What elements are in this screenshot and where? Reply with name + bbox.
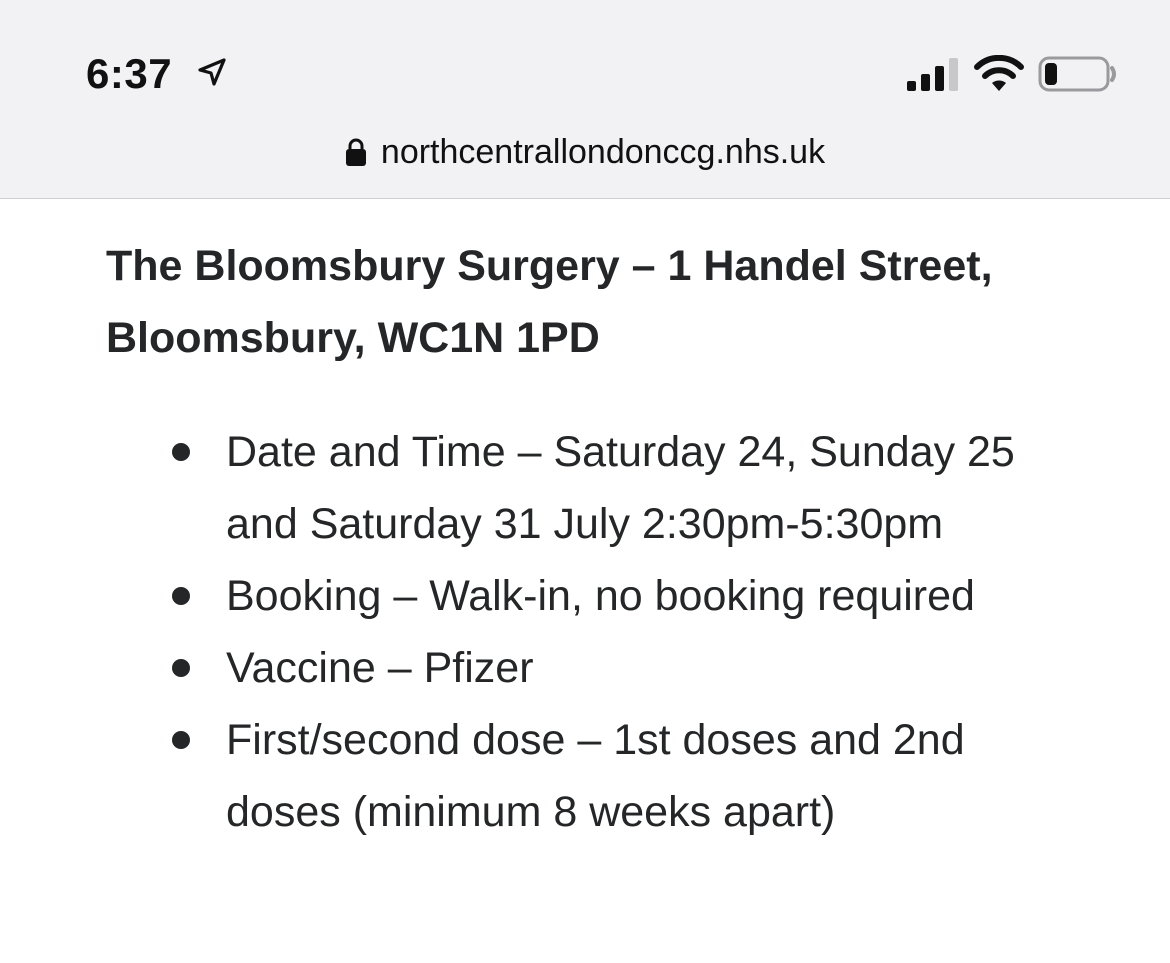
bullet-icon: [172, 443, 190, 461]
location-heading: The Bloomsbury Surgery – 1 Handel Street…: [106, 242, 993, 362]
url-text[interactable]: northcentrallondonccg.nhs.uk: [381, 124, 825, 180]
status-bar: 6:37: [0, 0, 1170, 120]
location-arrow-icon: [198, 58, 226, 86]
details-list: Date and Time – Saturday 24, Sunday 25 a…: [106, 416, 1096, 848]
battery-low-icon: [1038, 56, 1116, 92]
list-item-dose: First/second dose – 1st doses and 2nd do…: [106, 704, 1086, 848]
page-content: The Bloomsbury Surgery – 1 Handel Street…: [106, 230, 1096, 848]
bullet-icon: [172, 731, 190, 749]
cellular-signal-icon: [907, 58, 958, 91]
wifi-icon: [974, 55, 1024, 91]
list-item-text: Vaccine – Pfizer: [226, 644, 534, 692]
list-item-text: Booking – Walk-in, no booking required: [226, 572, 975, 620]
list-item-date-time: Date and Time – Saturday 24, Sunday 25 a…: [106, 416, 1086, 560]
browser-chrome: 6:37 northcentrallondonccg.nhs.uk: [0, 0, 1170, 199]
list-item-text: First/second dose – 1st doses and 2nd do…: [226, 716, 965, 836]
address-bar[interactable]: northcentrallondonccg.nhs.uk: [0, 124, 1170, 180]
list-item-vaccine: Vaccine – Pfizer: [106, 632, 1086, 704]
list-item-text: Date and Time – Saturday 24, Sunday 25 a…: [226, 428, 1015, 548]
list-item-booking: Booking – Walk-in, no booking required: [106, 560, 1086, 632]
bullet-icon: [172, 659, 190, 677]
lock-icon: [345, 138, 366, 166]
status-time: 6:37: [86, 50, 173, 97]
bullet-icon: [172, 587, 190, 605]
